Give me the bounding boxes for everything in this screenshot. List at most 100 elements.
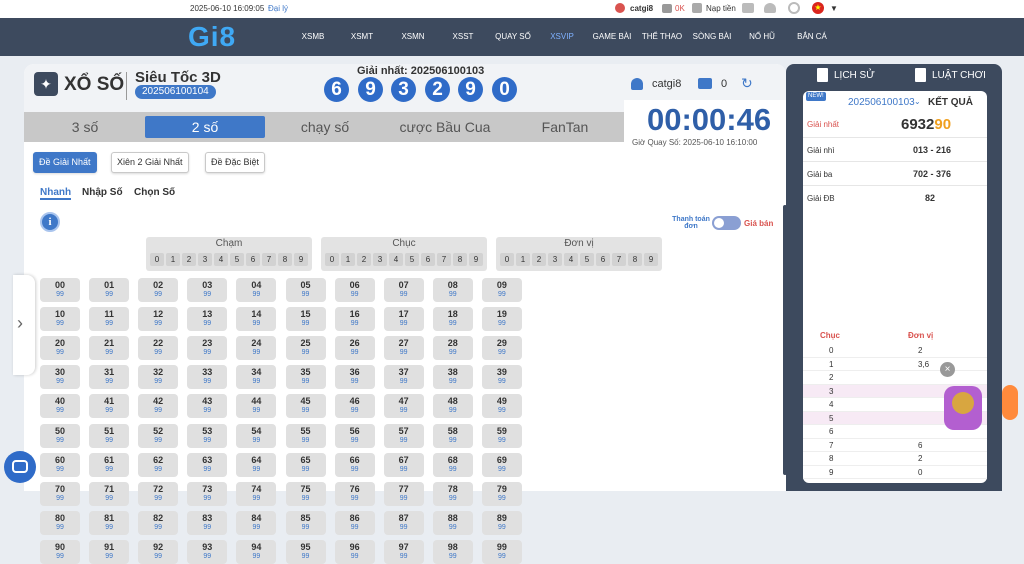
number-cell[interactable]: 07 99 — [383, 278, 424, 302]
number-cell[interactable]: 76 99 — [334, 481, 375, 506]
promo-ribbon[interactable] — [1002, 385, 1018, 420]
filter-digit-button[interactable]: 0 — [325, 253, 339, 266]
number-cell[interactable]: 95 99 — [285, 539, 326, 564]
number-cell[interactable]: 29 99 — [481, 336, 522, 361]
filter-digit-button[interactable]: 2 — [532, 253, 546, 266]
nav-the-thao[interactable]: THỂ THAO — [642, 32, 682, 41]
number-cell[interactable]: 70 99 — [40, 481, 80, 506]
filter-digit-button[interactable]: 3 — [373, 253, 387, 266]
filter-digit-button[interactable]: 2 — [182, 253, 196, 266]
number-cell[interactable]: 06 99 — [334, 278, 375, 302]
tab-history[interactable]: LỊCH SỬ — [834, 70, 875, 81]
number-cell[interactable]: 58 99 — [432, 423, 473, 448]
nav-ban-ca[interactable]: BẮN CÁ — [797, 32, 827, 41]
filter-digit-button[interactable]: 3 — [548, 253, 562, 266]
number-cell[interactable]: 93 99 — [187, 539, 228, 564]
filter-digit-button[interactable]: 1 — [166, 253, 180, 266]
tab-chay-so[interactable]: chạy số — [275, 116, 375, 138]
nav-game-bai[interactable]: GAME BÀI — [593, 32, 632, 41]
flag-vn-icon[interactable]: ★ — [812, 2, 824, 14]
number-cell[interactable]: 63 99 — [187, 452, 228, 477]
number-cell[interactable]: 75 99 — [285, 481, 326, 506]
filter-digit-button[interactable]: 7 — [262, 253, 276, 266]
bell-icon[interactable] — [764, 3, 776, 13]
filter-digit-button[interactable]: 9 — [644, 253, 658, 266]
filter-digit-button[interactable]: 5 — [230, 253, 244, 266]
number-cell[interactable]: 64 99 — [236, 452, 277, 477]
filter-digit-button[interactable]: 7 — [612, 253, 626, 266]
number-cell[interactable]: 31 99 — [89, 365, 130, 390]
nav-no-hu[interactable]: NỔ HŨ — [749, 32, 775, 41]
number-cell[interactable]: 69 99 — [481, 452, 522, 477]
filter-digit-button[interactable]: 8 — [278, 253, 292, 266]
number-cell[interactable]: 43 99 — [187, 394, 228, 419]
number-cell[interactable]: 96 99 — [334, 539, 375, 564]
mode-nhap-so[interactable]: Nhập Số — [82, 187, 123, 198]
filter-digit-button[interactable]: 8 — [453, 253, 467, 266]
number-cell[interactable]: 36 99 — [334, 365, 375, 390]
number-cell[interactable]: 74 99 — [236, 481, 277, 506]
number-cell[interactable]: 52 99 — [138, 423, 179, 448]
number-cell[interactable]: 56 99 — [334, 423, 375, 448]
number-cell[interactable]: 80 99 — [40, 510, 80, 535]
refresh-icon[interactable]: ↻ — [741, 75, 753, 92]
number-cell[interactable]: 53 99 — [187, 423, 228, 448]
filter-digit-button[interactable]: 1 — [516, 253, 530, 266]
bet-type-xien-2[interactable]: Xiên 2 Giải Nhất — [111, 152, 189, 173]
number-cell[interactable]: 34 99 — [236, 365, 277, 390]
number-cell[interactable]: 85 99 — [285, 510, 326, 535]
price-toggle[interactable] — [712, 216, 741, 230]
tab-2-so[interactable]: 2 số — [145, 116, 265, 138]
number-cell[interactable]: 33 99 — [187, 365, 228, 390]
number-cell[interactable]: 97 99 — [383, 539, 424, 564]
number-cell[interactable]: 86 99 — [334, 510, 375, 535]
nav-xsmn[interactable]: XSMN — [401, 32, 424, 41]
tab-3-so[interactable]: 3 số — [30, 116, 140, 138]
number-cell[interactable]: 99 99 — [481, 539, 522, 564]
number-cell[interactable]: 66 99 — [334, 452, 375, 477]
number-cell[interactable]: 90 99 — [40, 539, 80, 564]
number-cell[interactable]: 94 99 — [236, 539, 277, 564]
number-cell[interactable]: 26 99 — [334, 336, 375, 361]
number-cell[interactable]: 01 99 — [89, 278, 130, 302]
topbar-user[interactable]: catgi8 — [630, 4, 653, 13]
nav-song-bai[interactable]: SÒNG BÀI — [693, 32, 732, 41]
number-cell[interactable]: 02 99 — [138, 278, 179, 302]
number-cell[interactable]: 04 99 — [236, 278, 277, 302]
filter-digit-button[interactable]: 4 — [214, 253, 228, 266]
number-cell[interactable]: 24 99 — [236, 336, 277, 361]
filter-digit-button[interactable]: 7 — [437, 253, 451, 266]
number-cell[interactable]: 27 99 — [383, 336, 424, 361]
mode-nhanh[interactable]: Nhanh — [40, 187, 72, 200]
chevron-down-icon[interactable]: ▼ — [830, 4, 838, 13]
number-cell[interactable]: 50 99 — [40, 423, 80, 448]
filter-digit-button[interactable]: 6 — [421, 253, 435, 266]
number-cell[interactable]: 71 99 — [89, 481, 130, 506]
filter-digit-button[interactable]: 6 — [596, 253, 610, 266]
number-cell[interactable]: 72 99 — [138, 481, 179, 506]
power-icon[interactable] — [788, 2, 800, 14]
number-cell[interactable]: 15 99 — [285, 307, 326, 332]
number-cell[interactable]: 92 99 — [138, 539, 179, 564]
number-cell[interactable]: 84 99 — [236, 510, 277, 535]
number-cell[interactable]: 18 99 — [432, 307, 473, 332]
nav-xsvip[interactable]: XSVIP — [550, 32, 574, 41]
chevron-down-icon[interactable]: ⌄ — [914, 97, 921, 106]
number-cell[interactable]: 48 99 — [432, 394, 473, 419]
number-cell[interactable]: 12 99 — [138, 307, 179, 332]
mode-chon-so[interactable]: Chọn Số — [134, 187, 175, 198]
number-cell[interactable]: 32 99 — [138, 365, 179, 390]
number-cell[interactable]: 21 99 — [89, 336, 130, 361]
number-cell[interactable]: 73 99 — [187, 481, 228, 506]
number-cell[interactable]: 51 99 — [89, 423, 130, 448]
tab-bau-cua[interactable]: cược Bầu Cua — [385, 116, 505, 138]
number-cell[interactable]: 55 99 — [285, 423, 326, 448]
nav-xsmt[interactable]: XSMT — [351, 32, 373, 41]
number-cell[interactable]: 79 99 — [481, 481, 522, 506]
filter-digit-button[interactable]: 4 — [389, 253, 403, 266]
number-cell[interactable]: 38 99 — [432, 365, 473, 390]
number-cell[interactable]: 40 99 — [40, 394, 80, 419]
number-cell[interactable]: 17 99 — [383, 307, 424, 332]
number-cell[interactable]: 25 99 — [285, 336, 326, 361]
number-cell[interactable]: 68 99 — [432, 452, 473, 477]
